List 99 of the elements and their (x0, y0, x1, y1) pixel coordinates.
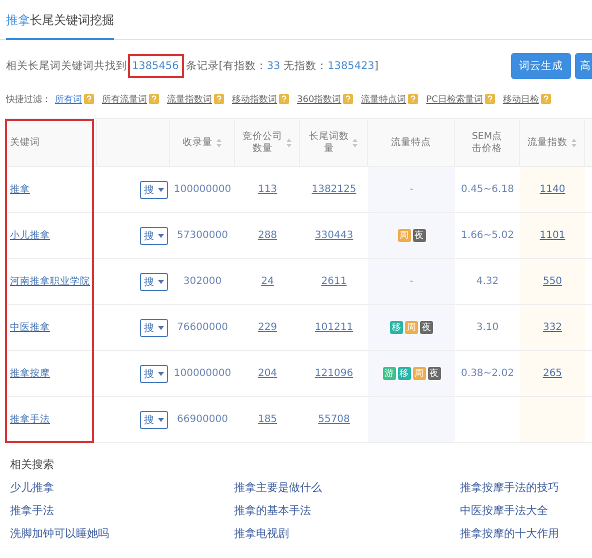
traffic-index-link[interactable]: 1101 (540, 230, 566, 241)
help-icon[interactable] (84, 94, 94, 104)
related-search-link[interactable]: 推拿的基本手法 (234, 503, 460, 518)
sortable-header[interactable]: 流量指数 (520, 119, 585, 167)
bidder-count-link[interactable]: 204 (258, 368, 278, 379)
longtail-count-link[interactable]: 55708 (318, 414, 350, 425)
results-summary: 相关长尾词关键词共找到 1385456 条记录[有指数：33 无指数：1385423] (6, 52, 378, 80)
help-icon[interactable] (279, 94, 289, 104)
longtail-count-link[interactable]: 330443 (314, 230, 354, 241)
filter-link[interactable]: 所有词 (55, 92, 82, 106)
trait-tag: 夜 (428, 367, 440, 380)
traffic-index-link[interactable]: 550 (542, 276, 562, 287)
related-search-link[interactable]: 推拿按摩的十大作用 (460, 526, 592, 541)
sort-icon[interactable] (570, 138, 576, 148)
filter-link[interactable]: PC日检索量词 (426, 92, 483, 106)
search-dropdown[interactable]: 搜 (140, 272, 168, 290)
sem-price: 1.66~5.02 (461, 230, 514, 241)
search-dropdown[interactable]: 搜 (140, 226, 168, 244)
sem-price: 4.32 (476, 276, 499, 287)
filter-link[interactable]: 流量特点词 (361, 92, 406, 106)
search-dropdown[interactable]: 搜 (140, 364, 168, 382)
sem-price: 0.45~6.18 (461, 184, 514, 195)
help-icon[interactable] (343, 94, 354, 104)
longtail-count-link[interactable]: 2611 (321, 276, 347, 287)
longtail-count-link[interactable]: 1382125 (312, 184, 356, 195)
trait-tag: 周 (398, 229, 410, 242)
caret-icon (158, 234, 164, 238)
related-search-link[interactable]: 推拿主要是做什么 (234, 480, 460, 495)
page-tab[interactable]: 推拿长尾关键词挖掘 (6, 12, 114, 40)
filter-link[interactable]: 流量指数词 (167, 92, 212, 106)
sortable-header[interactable]: 收录量 (170, 119, 235, 167)
longtail-count-link[interactable]: 101211 (314, 322, 354, 333)
column-header: SEM点击价格 (455, 119, 520, 167)
search-dropdown[interactable]: 搜 (140, 410, 168, 428)
caret-icon (158, 280, 164, 284)
column-header: 关键词 (5, 119, 97, 167)
empty-value: - (410, 276, 414, 287)
caret-icon (158, 326, 164, 330)
related-search-link[interactable]: 推拿电视剧 (234, 526, 460, 541)
filter-link[interactable]: 所有流量词 (102, 92, 147, 106)
related-search-link[interactable]: 中医按摩手法大全 (460, 503, 592, 518)
traffic-index-link[interactable]: 332 (542, 322, 562, 333)
sort-icon[interactable] (352, 138, 358, 148)
bidder-count-link[interactable]: 288 (258, 230, 278, 241)
trait-tag: 夜 (412, 229, 426, 242)
indexed-count: 66900000 (177, 414, 228, 425)
related-search-link[interactable]: 洗脚加钟可以睡她吗 (10, 526, 234, 541)
related-search-link[interactable]: 推拿按摩手法的技巧 (460, 480, 592, 495)
word-cloud-button[interactable]: 词云生成 (511, 53, 571, 79)
sortable-header[interactable]: 竞价公司数量 (235, 119, 300, 167)
bidder-count-link[interactable]: 185 (258, 414, 278, 425)
keyword-link[interactable]: 推拿 (10, 183, 30, 196)
related-search-link[interactable]: 少儿推拿 (10, 480, 234, 495)
search-dropdown[interactable]: 搜 (140, 180, 168, 198)
trait-tag: 夜 (420, 321, 433, 334)
search-dropdown[interactable]: 搜 (140, 318, 168, 336)
sem-price: 0.38~2.02 (461, 368, 514, 379)
filter-link[interactable]: 移动日检 (502, 92, 539, 106)
filter-label: 快捷过滤： (6, 94, 51, 106)
help-icon[interactable] (408, 94, 418, 104)
indexed-count: 57300000 (177, 230, 228, 241)
sortable-header[interactable]: 长尾词数量 (300, 119, 368, 167)
trait-tag: 移 (398, 367, 410, 380)
bidder-count-link[interactable]: 113 (258, 184, 278, 195)
keyword-link[interactable]: 河南推拿职业学院 (10, 275, 90, 288)
help-icon[interactable] (540, 94, 551, 104)
sort-icon[interactable] (216, 138, 222, 148)
help-icon[interactable] (149, 94, 159, 104)
keyword-link[interactable]: 中医推拿 (10, 321, 50, 334)
caret-icon (158, 418, 164, 422)
keyword-link[interactable]: 小儿推拿 (10, 229, 50, 242)
column-header: 流量特点 (368, 119, 455, 167)
sort-icon[interactable] (286, 138, 292, 148)
help-icon[interactable] (214, 94, 224, 104)
sem-price: 3.10 (476, 322, 499, 333)
filter-link[interactable]: 360指数词 (297, 92, 342, 106)
traffic-index-link[interactable]: 1140 (540, 184, 566, 195)
bidder-count-link[interactable]: 24 (261, 276, 274, 287)
indexed-count: 100000000 (174, 184, 232, 195)
longtail-count-link[interactable]: 121096 (314, 368, 354, 379)
section-title: 相关搜索 (10, 457, 55, 472)
filter-link[interactable]: 移动指数词 (232, 92, 277, 106)
indexed-count: 100000000 (174, 368, 232, 379)
indexed-count: 302000 (183, 276, 222, 287)
empty-value: - (410, 184, 414, 195)
help-icon[interactable] (484, 94, 495, 104)
keyword-link[interactable]: 推拿手法 (10, 413, 50, 426)
related-search-link[interactable]: 推拿手法 (10, 503, 234, 518)
indexed-count: 76600000 (177, 322, 228, 333)
caret-icon (158, 188, 164, 192)
bidder-count-link[interactable]: 229 (258, 322, 278, 333)
action-button[interactable]: 高 (575, 53, 592, 79)
trait-tag: 周 (412, 367, 426, 380)
keyword-link[interactable]: 推拿按摩 (10, 367, 50, 380)
trait-tag: 移 (390, 321, 403, 334)
trait-tag: 周 (405, 321, 418, 334)
caret-icon (158, 372, 164, 376)
traffic-index-link[interactable]: 265 (542, 368, 562, 379)
trait-tag: 游 (382, 367, 396, 380)
